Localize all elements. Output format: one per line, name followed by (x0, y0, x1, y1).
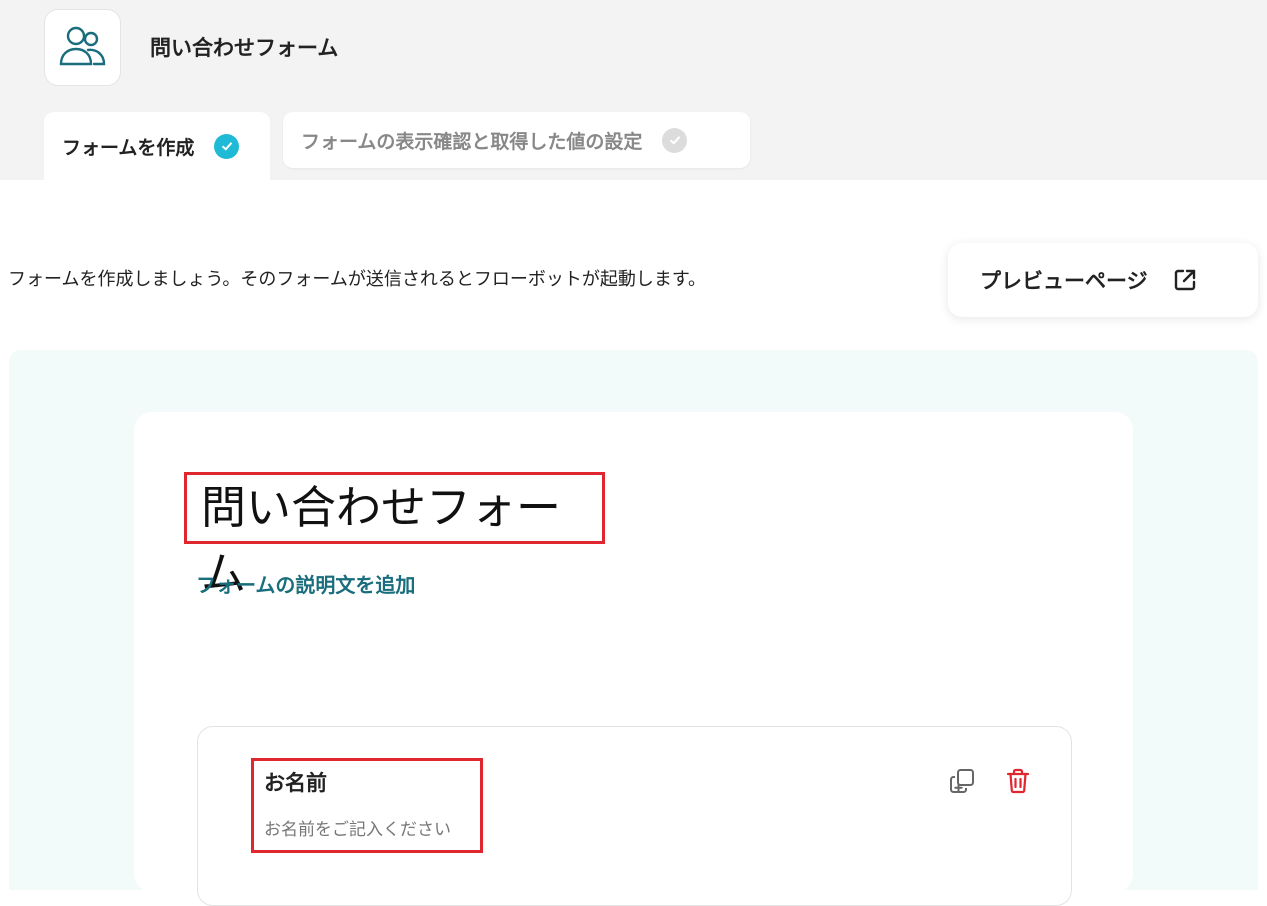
tab-form-display-settings[interactable]: フォームの表示確認と取得した値の設定 (283, 112, 750, 168)
duplicate-icon[interactable] (947, 766, 977, 796)
app-title: 問い合わせフォーム (150, 36, 339, 60)
external-link-icon (1172, 267, 1198, 293)
tab-label: フォームを作成 (62, 136, 195, 159)
app-icon-tile (44, 9, 121, 86)
intro-text: フォームを作成しましょう。そのフォームが送信されるとフローボットが起動します。 (8, 269, 707, 290)
tab-label: フォームの表示確認と取得した値の設定 (301, 130, 643, 153)
tab-create-form[interactable]: フォームを作成 (44, 112, 270, 180)
add-description-link[interactable]: フォームの説明文を追加 (196, 570, 415, 600)
check-icon (662, 127, 688, 153)
check-icon (214, 133, 240, 159)
form-title[interactable]: 問い合わせフォーム (184, 472, 605, 600)
users-icon (58, 24, 108, 72)
preview-button-label: プレビューページ (980, 269, 1148, 293)
field-label[interactable]: お名前 (264, 768, 327, 798)
field-placeholder[interactable]: お名前をご記入ください (264, 818, 451, 842)
preview-page-button[interactable]: プレビューページ (948, 243, 1258, 317)
trash-icon[interactable] (1003, 766, 1033, 796)
